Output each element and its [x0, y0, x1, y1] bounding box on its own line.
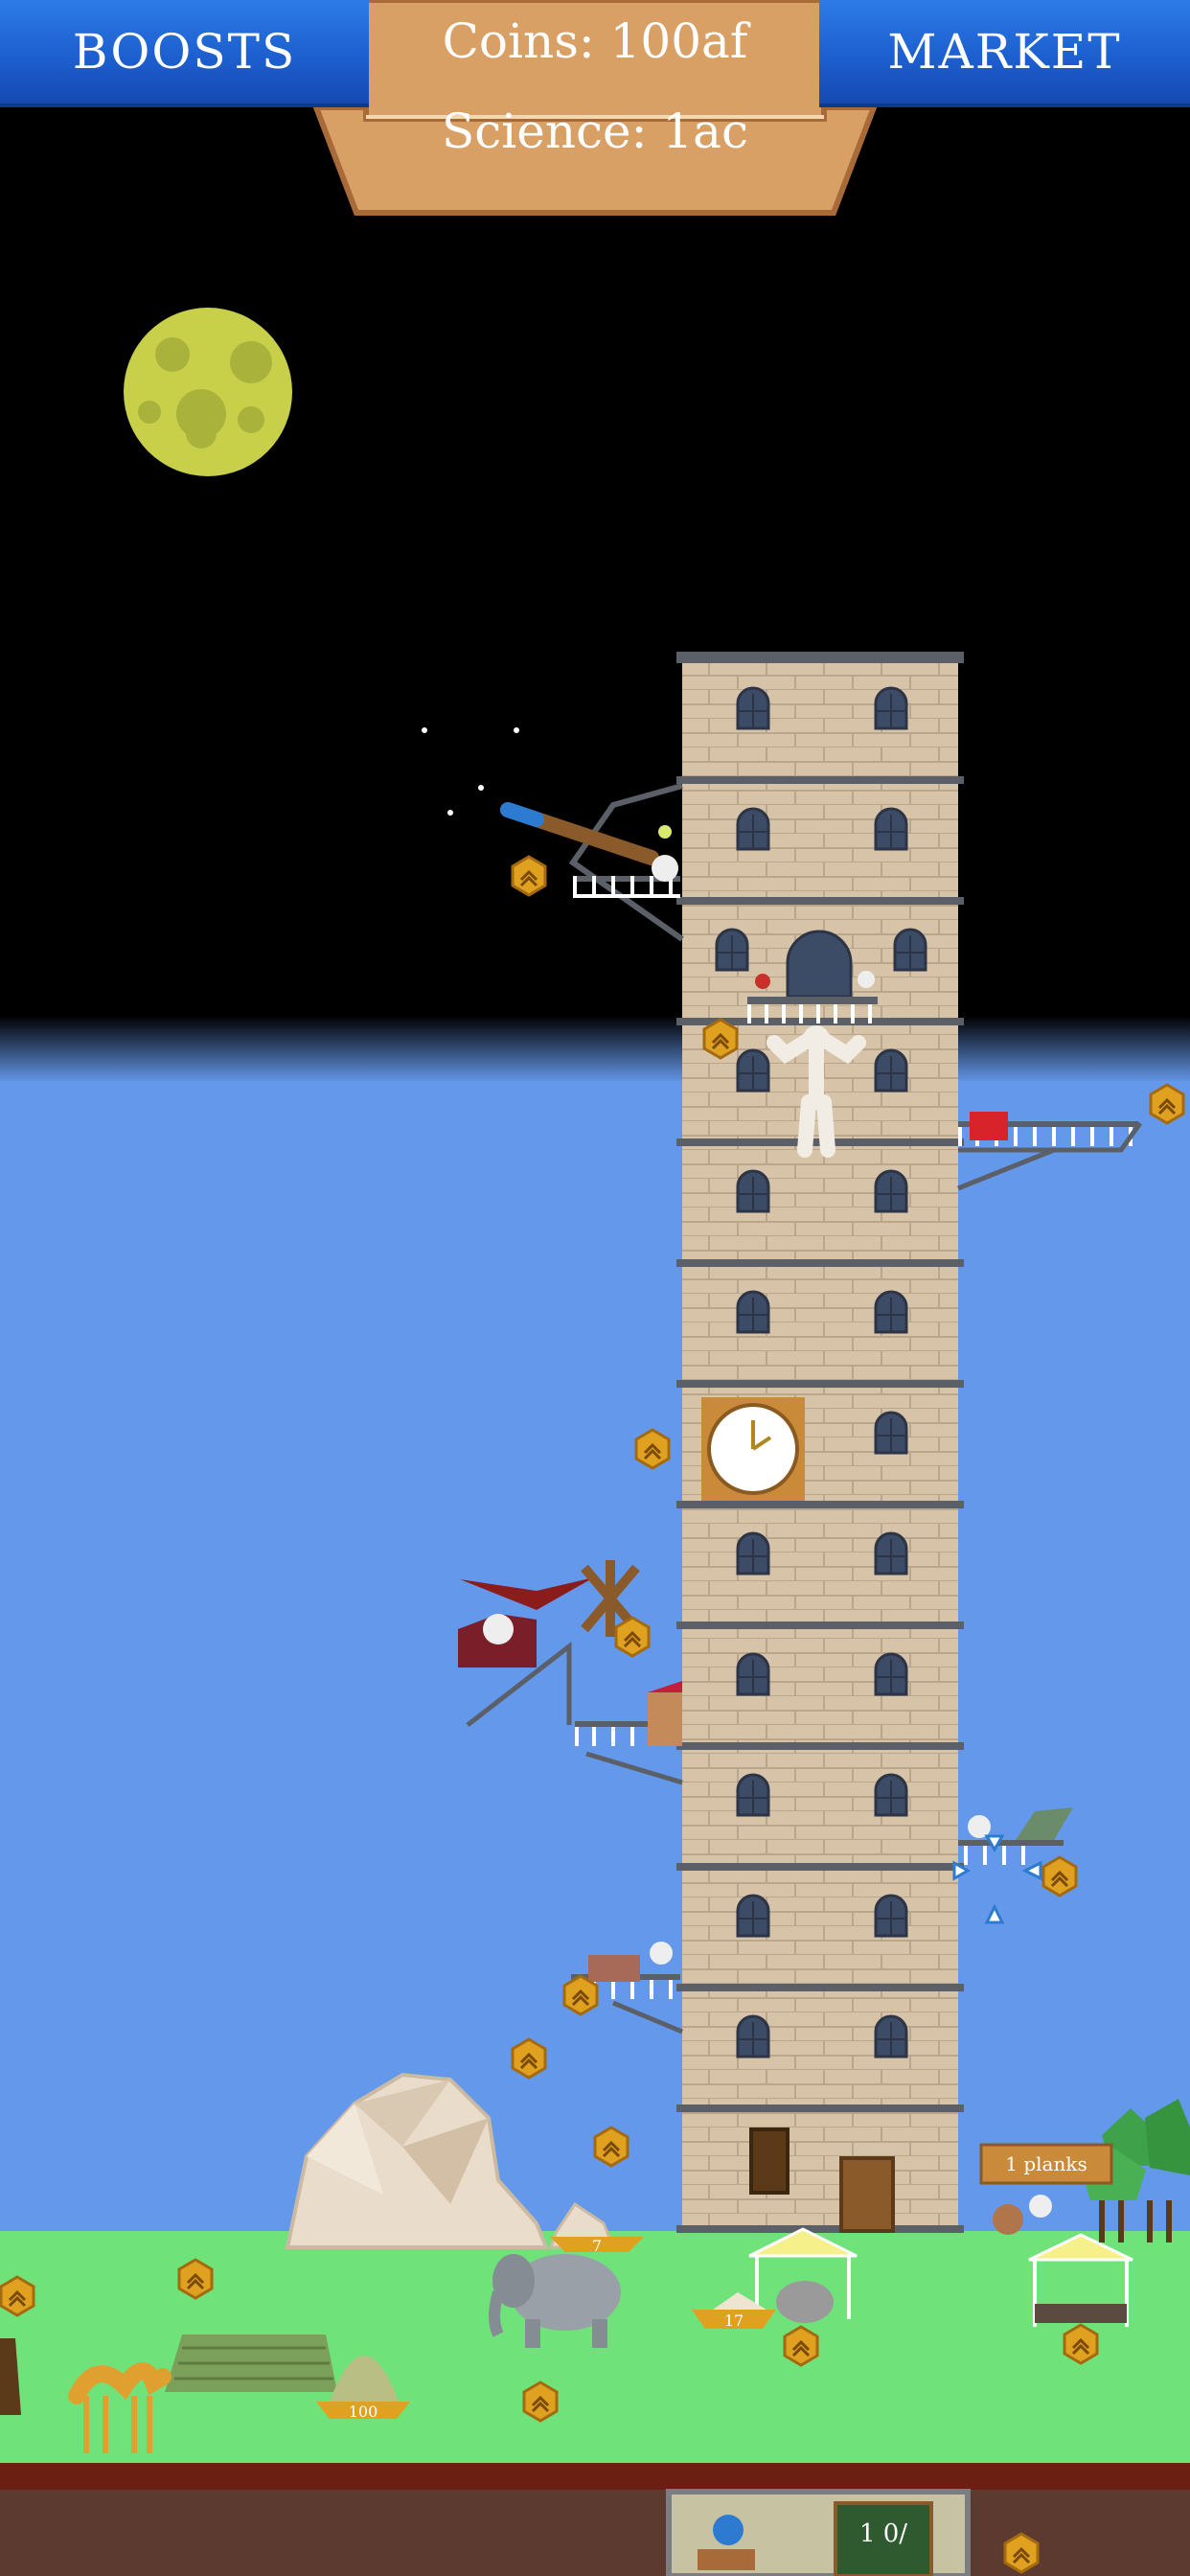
- coin-icon: [177, 2258, 214, 2300]
- day-sky: [0, 1081, 1190, 2241]
- coin-icon: [702, 1018, 739, 1060]
- coin-icon: [511, 2037, 547, 2080]
- coin-icon: [614, 1616, 651, 1658]
- market-button[interactable]: MARKET: [819, 0, 1190, 107]
- coin-icon: [511, 855, 547, 897]
- arched-window: [786, 930, 853, 999]
- science-counter: Science: 1ac: [442, 104, 748, 159]
- coin-icon: [634, 1428, 671, 1470]
- coin-icon: [1003, 2532, 1040, 2574]
- boosts-label: BOOSTS: [72, 24, 297, 80]
- tower-door[interactable]: [839, 2156, 895, 2233]
- coin-icon: [1149, 1083, 1185, 1125]
- tower[interactable]: [676, 652, 964, 2233]
- horizon-gradient: [0, 1016, 1190, 1083]
- coins-counter: Coins: 100af: [442, 13, 748, 69]
- coin-icon: [0, 2275, 35, 2317]
- coin-icon: [522, 2380, 559, 2423]
- svg-text:1 0/: 1 0/: [859, 2519, 907, 2548]
- coin-icon: [1041, 1855, 1078, 1898]
- coin-icon: [1063, 2323, 1099, 2365]
- soil-strip: [0, 2463, 1190, 2490]
- stone-tray-count: 17: [724, 2312, 744, 2330]
- market-label: MARKET: [887, 24, 1122, 80]
- classroom-panel[interactable]: 1 0/: [666, 2489, 971, 2576]
- hay-count: 100: [349, 2403, 378, 2421]
- tower-ground-window: [749, 2128, 790, 2195]
- coin-icon: [593, 2126, 629, 2168]
- coin-icon: [562, 1974, 599, 2016]
- clock-icon[interactable]: [701, 1397, 805, 1501]
- planks-sign-label: 1 planks: [1005, 2152, 1087, 2175]
- rock-tray-count: 7: [592, 2237, 602, 2255]
- boosts-button[interactable]: BOOSTS: [0, 0, 369, 107]
- coin-icon: [783, 2325, 819, 2367]
- game-scene: 17 7 100 1 planks 1 0/: [0, 0, 1190, 2576]
- wheat-field[interactable]: [165, 2334, 337, 2392]
- moon: [124, 308, 292, 476]
